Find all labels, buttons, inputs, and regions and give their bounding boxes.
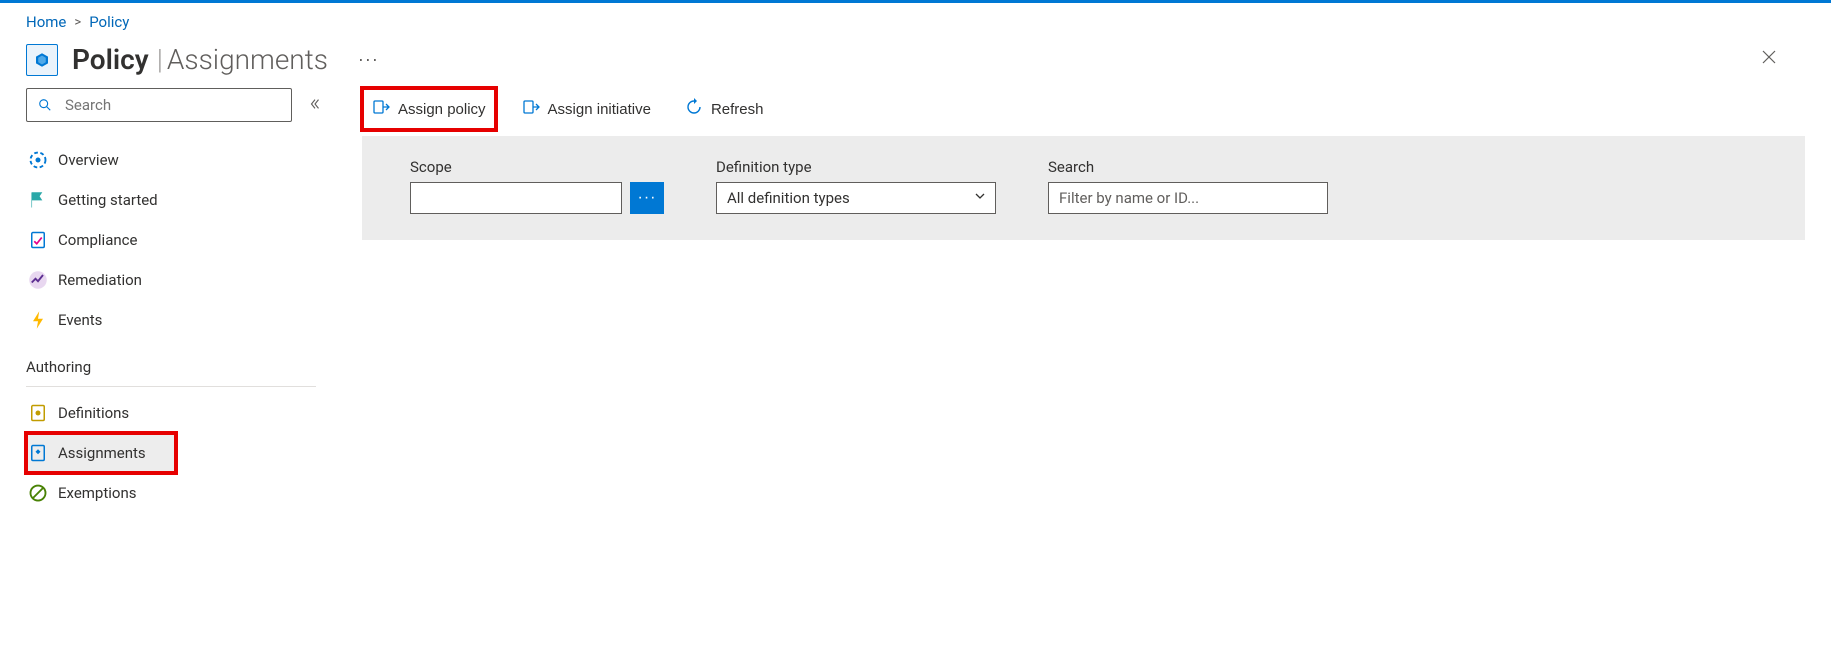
overview-icon (28, 150, 48, 170)
assign-initiative-label: Assign initiative (548, 101, 651, 118)
sidebar-item-getting-started[interactable]: Getting started (26, 180, 336, 220)
sidebar-item-assignments[interactable]: Assignments (26, 433, 176, 473)
sidebar-search-box[interactable] (26, 88, 292, 122)
scope-input[interactable] (410, 182, 622, 214)
definitions-icon (28, 403, 48, 423)
refresh-icon (685, 98, 703, 120)
assign-policy-label: Assign policy (398, 101, 486, 118)
sidebar-item-compliance[interactable]: Compliance (26, 220, 336, 260)
assign-initiative-icon (522, 98, 540, 120)
sidebar-group-authoring: Authoring (26, 340, 336, 382)
filter-bar: Scope ··· Definition type All definition… (362, 136, 1805, 240)
breadcrumb-current-link[interactable]: Policy (89, 13, 129, 31)
sidebar-item-label: Getting started (58, 191, 158, 209)
sidebar-item-label: Events (58, 311, 102, 329)
sidebar-item-label: Exemptions (58, 484, 137, 502)
page-header: Policy | Assignments ··· (0, 39, 1831, 88)
sidebar-item-label: Remediation (58, 271, 142, 289)
search-filter-label: Search (1048, 158, 1328, 176)
policy-resource-icon (26, 44, 58, 76)
assign-policy-icon (372, 98, 390, 120)
flag-icon (28, 190, 48, 210)
sidebar-item-remediation[interactable]: Remediation (26, 260, 336, 300)
breadcrumb: Home > Policy (0, 3, 1831, 39)
sidebar-item-label: Overview (58, 151, 119, 169)
definition-type-label: Definition type (716, 158, 996, 176)
assign-initiative-button[interactable]: Assign initiative (514, 90, 659, 128)
sidebar-item-label: Definitions (58, 404, 129, 422)
main-content: Assign policy Assign initiative Refresh … (336, 88, 1805, 513)
remediation-icon (28, 270, 48, 290)
sidebar-divider (26, 386, 316, 387)
sidebar-item-exemptions[interactable]: Exemptions (26, 473, 336, 513)
more-actions-button[interactable]: ··· (358, 49, 379, 70)
assignments-icon (28, 443, 48, 463)
ellipsis-icon: ··· (638, 189, 657, 207)
collapse-sidebar-button[interactable] (306, 97, 324, 114)
definition-type-select[interactable]: All definition types (716, 182, 996, 214)
page-title-main: Policy (72, 43, 149, 76)
sidebar-item-overview[interactable]: Overview (26, 140, 336, 180)
events-icon (28, 310, 48, 330)
search-filter-input[interactable] (1048, 182, 1328, 214)
command-bar: Assign policy Assign initiative Refresh (362, 88, 1805, 136)
chevron-right-icon: > (74, 15, 81, 30)
sidebar-item-label: Compliance (58, 231, 137, 249)
sidebar-item-events[interactable]: Events (26, 300, 336, 340)
assign-policy-button[interactable]: Assign policy (362, 88, 496, 130)
refresh-label: Refresh (711, 101, 764, 118)
exemptions-icon (28, 483, 48, 503)
page-title-sub: Assignments (167, 43, 328, 76)
sidebar-item-label: Assignments (58, 444, 146, 462)
compliance-icon (28, 230, 48, 250)
scope-label: Scope (410, 158, 664, 176)
page-title-separator: | (149, 43, 167, 76)
breadcrumb-home-link[interactable]: Home (26, 13, 66, 31)
scope-picker-button[interactable]: ··· (630, 182, 664, 214)
sidebar-search-input[interactable] (65, 96, 283, 114)
close-blade-button[interactable] (1755, 46, 1783, 74)
sidebar-item-definitions[interactable]: Definitions (26, 393, 336, 433)
refresh-button[interactable]: Refresh (677, 90, 772, 128)
search-icon (35, 95, 55, 115)
sidebar: Overview Getting started Compliance Reme… (26, 88, 336, 513)
